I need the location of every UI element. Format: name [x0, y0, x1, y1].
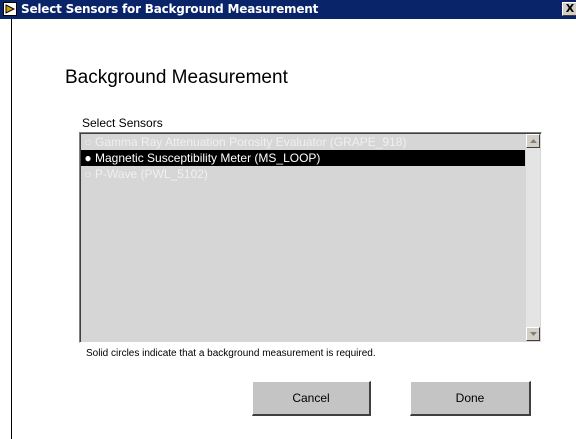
sensor-list-label: Select Sensors — [82, 116, 163, 130]
cancel-button[interactable]: Cancel — [252, 381, 371, 416]
window-border — [11, 19, 12, 439]
legend-note: Solid circles indicate that a background… — [86, 348, 376, 359]
window-title: Select Sensors for Background Measuremen… — [21, 2, 319, 16]
scroll-down-button[interactable] — [526, 327, 540, 341]
title-bar[interactable]: Select Sensors for Background Measuremen… — [0, 0, 576, 19]
sensor-item-grape[interactable]: ○ Gamma Ray Attenuation Porosity Evaluato… — [81, 134, 525, 150]
filled-circle-icon: ● — [84, 151, 92, 165]
arrow-up-icon — [530, 139, 537, 143]
sensor-item-pwave[interactable]: ○ P-Wave (PWL_5102) — [81, 166, 525, 182]
sensor-listbox[interactable]: ○ Gamma Ray Attenuation Porosity Evaluato… — [79, 132, 542, 343]
scroll-up-button[interactable] — [526, 134, 540, 148]
sensor-item-label: P-Wave (PWL_5102) — [95, 167, 208, 181]
done-button[interactable]: Done — [410, 381, 531, 416]
empty-circle-icon: ○ — [84, 135, 92, 149]
vertical-scrollbar[interactable] — [526, 134, 540, 341]
page-title: Background Measurement — [65, 67, 288, 88]
sensor-item-label: Gamma Ray Attenuation Porosity Evaluator… — [95, 135, 407, 149]
sensor-item-label: Magnetic Susceptibility Meter (MS_LOOP) — [95, 151, 321, 165]
close-button[interactable]: X — [562, 2, 576, 16]
arrow-down-icon — [530, 332, 537, 336]
labview-app-icon — [3, 2, 17, 16]
sensor-item-ms-loop[interactable]: ● Magnetic Susceptibility Meter (MS_LOOP) — [81, 150, 525, 166]
empty-circle-icon: ○ — [84, 167, 92, 181]
